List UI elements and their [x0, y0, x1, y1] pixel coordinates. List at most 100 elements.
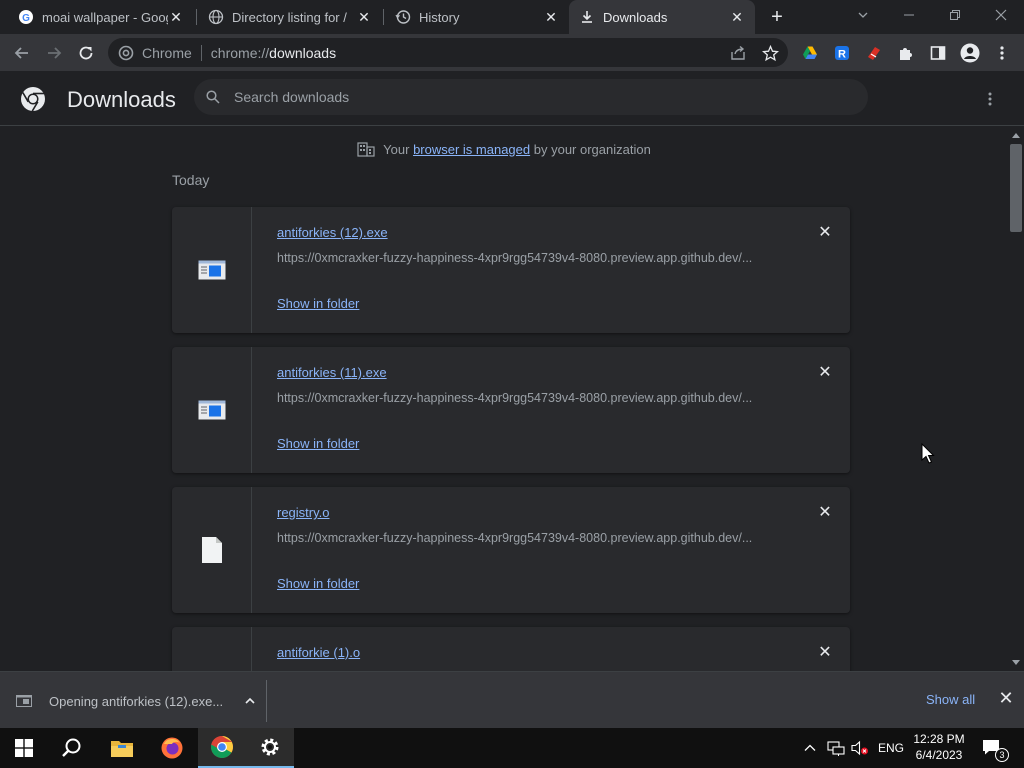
forward-button[interactable]: [41, 40, 67, 66]
tab-directory-listing[interactable]: Directory listing for / ✕: [198, 0, 382, 34]
more-actions-icon[interactable]: [982, 91, 998, 107]
download-source-url[interactable]: https://0xmcraxker-fuzzy-happiness-4xpr9…: [277, 531, 777, 545]
red-extension-icon: [868, 47, 880, 60]
chrome-menu-button[interactable]: [989, 40, 1015, 66]
close-shelf-button[interactable]: ✕: [998, 687, 1014, 708]
tab-title: Directory listing for /: [232, 9, 347, 25]
clock-time: 12:28 PM: [913, 732, 965, 746]
chrome-icon: [211, 736, 233, 758]
tab-history[interactable]: History ✕: [385, 0, 569, 34]
back-button[interactable]: [9, 40, 35, 66]
taskbar-search-button[interactable]: [48, 728, 96, 768]
bookmark-button[interactable]: [757, 40, 783, 66]
tab-title: History: [419, 9, 460, 25]
red-extension-button[interactable]: [861, 40, 887, 66]
show-in-folder-link[interactable]: Show in folder: [277, 296, 359, 311]
restore-icon: [950, 10, 960, 20]
browser-is-managed-link[interactable]: browser is managed: [413, 142, 530, 157]
puzzle-icon: [900, 48, 912, 60]
download-file-name-link[interactable]: antiforkies (12).exe: [277, 225, 388, 240]
download-file-name-link[interactable]: antiforkies (11).exe: [277, 365, 387, 380]
tab-google-search[interactable]: G moai wallpaper - Google Search ✕: [8, 0, 194, 34]
close-icon: [995, 9, 1007, 21]
show-in-folder-link[interactable]: Show in folder: [277, 436, 359, 451]
download-file-name-link[interactable]: registry.o: [277, 505, 330, 520]
tab-title: Downloads: [603, 9, 668, 25]
clock-date: 6/4/2023: [915, 748, 963, 762]
download-source-url[interactable]: https://0xmcraxker-fuzzy-happiness-4xpr9…: [277, 251, 777, 265]
extensions-button[interactable]: [893, 40, 919, 66]
share-icon: [731, 45, 745, 60]
remove-download-button[interactable]: ✕: [817, 644, 833, 661]
close-window-button[interactable]: [978, 0, 1024, 30]
scroll-down-arrow[interactable]: [1012, 660, 1020, 665]
input-language-indicator[interactable]: ENG: [878, 741, 904, 755]
restore-button[interactable]: [932, 0, 978, 30]
download-item: registry.o https://0xmcraxker-fuzzy-happ…: [172, 487, 850, 613]
url-host: downloads: [269, 44, 337, 61]
minimize-button[interactable]: [886, 0, 932, 30]
chrome-taskbar-button[interactable]: [198, 728, 246, 768]
tab-search-button[interactable]: [840, 0, 886, 30]
chevron-up-icon[interactable]: [244, 695, 256, 707]
side-panel-icon: [930, 46, 946, 60]
taskbar-clock[interactable]: 12:28 PM 6/4/2023: [904, 731, 974, 763]
tab-downloads[interactable]: Downloads ✕: [569, 0, 755, 34]
start-button[interactable]: [0, 728, 48, 768]
close-icon[interactable]: ✕: [729, 9, 745, 25]
scroll-up-arrow[interactable]: [1012, 133, 1020, 138]
downloads-list-area: Your browser is managed by your organiza…: [0, 127, 1008, 671]
omnibox-divider: [200, 44, 202, 61]
firefox-button[interactable]: [148, 728, 196, 768]
reload-button[interactable]: [73, 40, 99, 66]
action-center-button[interactable]: 3: [982, 728, 1009, 768]
network-icon[interactable]: [827, 740, 845, 756]
close-icon[interactable]: ✕: [543, 9, 559, 25]
chevron-down-icon: [858, 12, 868, 18]
building-icon: [357, 142, 375, 157]
site-info-chip[interactable]: Chrome: [118, 45, 192, 61]
search-input[interactable]: Search downloads: [234, 89, 349, 105]
shelf-item-label: Opening antiforkies (12).exe...: [49, 693, 224, 709]
close-icon[interactable]: ✕: [356, 9, 372, 25]
close-icon: ✕: [818, 644, 832, 661]
show-all-button[interactable]: Show all: [926, 692, 975, 707]
url-text[interactable]: chrome://downloads: [211, 45, 336, 61]
show-in-folder-link[interactable]: Show in folder: [277, 576, 359, 591]
speaker-muted-icon[interactable]: [851, 740, 869, 756]
download-item: antiforkies (11).exe https://0xmcraxker-…: [172, 347, 850, 473]
date-section-label: Today: [172, 172, 210, 188]
google-drive-extension-button[interactable]: [797, 40, 823, 66]
file-explorer-button[interactable]: [98, 728, 146, 768]
r-extension-button[interactable]: R: [829, 40, 855, 66]
new-tab-button[interactable]: +: [765, 5, 789, 29]
shelf-divider: [266, 680, 267, 722]
settings-taskbar-button[interactable]: [246, 728, 294, 768]
close-icon: ✕: [998, 687, 1014, 708]
remove-download-button[interactable]: ✕: [817, 224, 833, 241]
download-file-name-link[interactable]: antiforkie (1).o: [277, 645, 360, 660]
mouse-cursor-icon: [921, 443, 935, 464]
download-source-url[interactable]: https://0xmcraxker-fuzzy-happiness-4xpr9…: [277, 391, 777, 405]
remove-download-button[interactable]: ✕: [817, 364, 833, 381]
page-scrollbar[interactable]: [1008, 127, 1024, 671]
file-icon-column: [172, 207, 252, 333]
share-button[interactable]: [725, 40, 751, 66]
kebab-menu-icon: [1000, 46, 1004, 60]
side-panel-button[interactable]: [925, 40, 951, 66]
remove-download-button[interactable]: ✕: [817, 504, 833, 521]
page-title: Downloads: [67, 87, 176, 112]
r-extension-icon: R: [835, 46, 849, 61]
close-icon[interactable]: ✕: [168, 9, 184, 25]
search-downloads-field[interactable]: Search downloads: [194, 79, 868, 115]
chrome-logo-icon: [21, 87, 45, 112]
globe-icon: [208, 9, 224, 25]
address-bar[interactable]: Chrome chrome://downloads: [108, 38, 788, 67]
google-drive-icon: [803, 46, 817, 59]
scrollbar-thumb[interactable]: [1010, 144, 1022, 232]
profile-button[interactable]: [957, 40, 983, 66]
chevron-up-icon[interactable]: [803, 741, 817, 755]
close-icon: ✕: [818, 504, 832, 521]
shelf-download-item[interactable]: Opening antiforkies (12).exe...: [16, 688, 256, 714]
download-item: antiforkies (12).exe https://0xmcraxker-…: [172, 207, 850, 333]
